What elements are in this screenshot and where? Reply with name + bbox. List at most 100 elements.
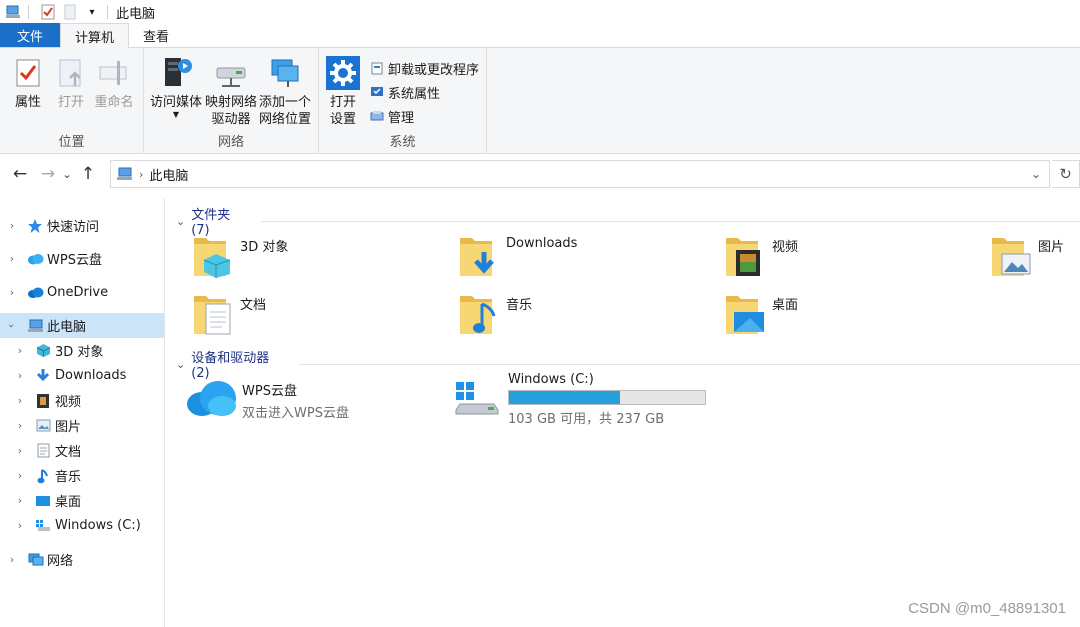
folder-item[interactable]: 图片 [990, 232, 1080, 284]
system-group-label: 系统 [389, 135, 416, 150]
pictures-folder-icon [990, 232, 1034, 280]
device-item-windows-c[interactable]: Windows (C:) 103 GB 可用，共 237 GB [454, 372, 706, 427]
up-arrow-icon[interactable]: ↑ [76, 162, 100, 186]
map-drive-label-2: 驱动器 [211, 112, 251, 127]
expand-chevron-icon[interactable]: › [6, 286, 18, 299]
expand-chevron-icon[interactable]: › [14, 519, 26, 532]
network-group: 访问媒体 ▼ 映射网络 驱动器 添加一个 网络位置 网络 [144, 48, 319, 154]
nav-item-pictures[interactable]: › 图片 [0, 413, 164, 438]
media-server-icon [159, 56, 193, 90]
nav-label: OneDrive [47, 285, 109, 300]
uninstall-button[interactable]: 卸载或更改程序 [369, 58, 479, 78]
uninstall-icon [369, 60, 385, 76]
manage-button[interactable]: 管理 [369, 106, 414, 126]
network-group-label: 网络 [217, 135, 244, 150]
folder-item[interactable]: 桌面 [724, 290, 974, 342]
nav-item-quick-access[interactable]: › 快速访问 [0, 213, 164, 238]
expand-chevron-icon[interactable]: › [14, 469, 26, 482]
hard-drive-icon [34, 517, 52, 535]
map-drive-label-1: 映射网络 [204, 95, 257, 110]
system-properties-button[interactable]: 系统属性 [369, 82, 440, 102]
nav-item-downloads[interactable]: › Downloads [0, 363, 164, 388]
nav-item-onedrive[interactable]: › OneDrive [0, 280, 164, 305]
add-location-label-1: 添加一个 [258, 95, 311, 110]
open-settings-label-2: 设置 [329, 112, 356, 127]
expand-chevron-icon[interactable]: › [14, 444, 26, 457]
new-folder-icon[interactable] [61, 3, 79, 21]
nav-item-this-pc[interactable]: › 此电脑 [0, 313, 164, 338]
back-arrow-icon[interactable]: ← [8, 162, 32, 186]
map-network-drive-button[interactable]: 映射网络 驱动器 [203, 56, 259, 128]
dropdown-arrow-icon: ▼ [172, 110, 180, 119]
system-properties-icon [369, 84, 385, 100]
nav-item-3d-objects[interactable]: › 3D 对象 [0, 338, 164, 363]
properties-button[interactable]: 属性 [10, 56, 46, 111]
folder-item[interactable]: 视频 [724, 232, 974, 284]
tab-view[interactable]: 查看 [129, 23, 183, 47]
window-title: 此电脑 [116, 6, 156, 22]
device-item-wps-cloud[interactable]: WPS云盘 双击进入WPS云盘 [186, 378, 349, 421]
access-media-button[interactable]: 访问媒体 ▼ [148, 56, 204, 119]
nav-item-windows-c[interactable]: › Windows (C:) [0, 513, 164, 538]
nav-label: 快速访问 [47, 220, 100, 235]
properties-label: 属性 [14, 95, 41, 110]
navigation-pane: › 快速访问 › WPS云盘 › OneDrive › 此电脑 › 3D 对象 … [0, 198, 165, 627]
nav-item-videos[interactable]: › 视频 [0, 388, 164, 413]
expand-chevron-icon[interactable]: › [6, 219, 18, 232]
nav-label: WPS云盘 [47, 253, 102, 268]
expand-chevron-icon[interactable]: › [6, 553, 18, 566]
nav-label: 3D 对象 [55, 345, 104, 360]
folder-item[interactable]: 3D 对象 [192, 232, 442, 284]
properties-icon [11, 56, 45, 90]
quick-access-dropdown-icon[interactable]: ▾ [83, 3, 101, 21]
expand-chevron-icon[interactable]: › [6, 252, 18, 265]
expand-chevron-icon[interactable]: › [14, 369, 26, 382]
open-settings-button[interactable]: 打开 设置 [325, 56, 361, 128]
network-location-icon [268, 56, 302, 90]
folder-item[interactable]: Downloads [458, 232, 708, 284]
forward-arrow-icon[interactable]: → [36, 162, 60, 186]
desktop-icon [34, 492, 52, 510]
tab-computer[interactable]: 计算机 [60, 23, 130, 48]
rename-button[interactable]: 重命名 [93, 56, 135, 111]
nav-item-desktop[interactable]: › 桌面 [0, 488, 164, 513]
collapse-chevron-icon[interactable]: ⌄ [176, 215, 185, 228]
add-location-label-2: 网络位置 [258, 112, 311, 127]
nav-item-music[interactable]: › 音乐 [0, 463, 164, 488]
expand-chevron-icon[interactable]: › [14, 394, 26, 407]
folder-name: 图片 [1038, 240, 1065, 255]
address-dropdown-chevron-icon[interactable]: ⌄ [1031, 167, 1041, 181]
properties-check-icon[interactable] [39, 3, 57, 21]
recent-locations-chevron-icon[interactable]: ⌄ [60, 162, 74, 186]
music-note-icon [34, 467, 52, 485]
expand-chevron-icon[interactable]: › [14, 344, 26, 357]
downloads-folder-icon [458, 232, 502, 280]
music-folder-icon [458, 290, 502, 338]
refresh-icon[interactable]: ↻ [1052, 160, 1080, 188]
videos-folder-icon [724, 232, 768, 280]
separator [107, 5, 108, 19]
address-bar[interactable]: › 此电脑 ⌄ [110, 160, 1050, 188]
3d-cube-icon [34, 342, 52, 360]
3d-objects-folder-icon [192, 232, 236, 280]
expand-chevron-icon[interactable]: › [14, 419, 26, 432]
breadcrumb-separator-icon[interactable]: › [139, 168, 143, 181]
add-network-location-button[interactable]: 添加一个 网络位置 [257, 56, 313, 128]
tab-file[interactable]: 文件 [0, 23, 60, 47]
open-button[interactable]: 打开 [54, 56, 88, 111]
content-area: ⌄ 文件夹 (7) 3D 对象 Downloads 视频 图片 文档 音乐 桌面… [166, 198, 1080, 627]
devices-header-label: 设备和驱动器 (2) [191, 351, 270, 381]
nav-item-wps-cloud[interactable]: › WPS云盘 [0, 246, 164, 271]
folder-item[interactable]: 音乐 [458, 290, 708, 342]
collapse-chevron-icon[interactable]: › [6, 320, 19, 332]
expand-chevron-icon[interactable]: › [14, 494, 26, 507]
location-group: 属性 打开 重命名 位置 [0, 48, 144, 154]
computer-icon[interactable] [4, 3, 22, 21]
nav-item-documents[interactable]: › 文档 [0, 438, 164, 463]
address-path[interactable]: 此电脑 [149, 165, 188, 184]
gear-icon [326, 56, 360, 90]
nav-item-network[interactable]: › 网络 [0, 547, 164, 572]
collapse-chevron-icon[interactable]: ⌄ [176, 358, 185, 371]
folder-item[interactable]: 文档 [192, 290, 442, 342]
folder-name: 文档 [240, 298, 267, 313]
